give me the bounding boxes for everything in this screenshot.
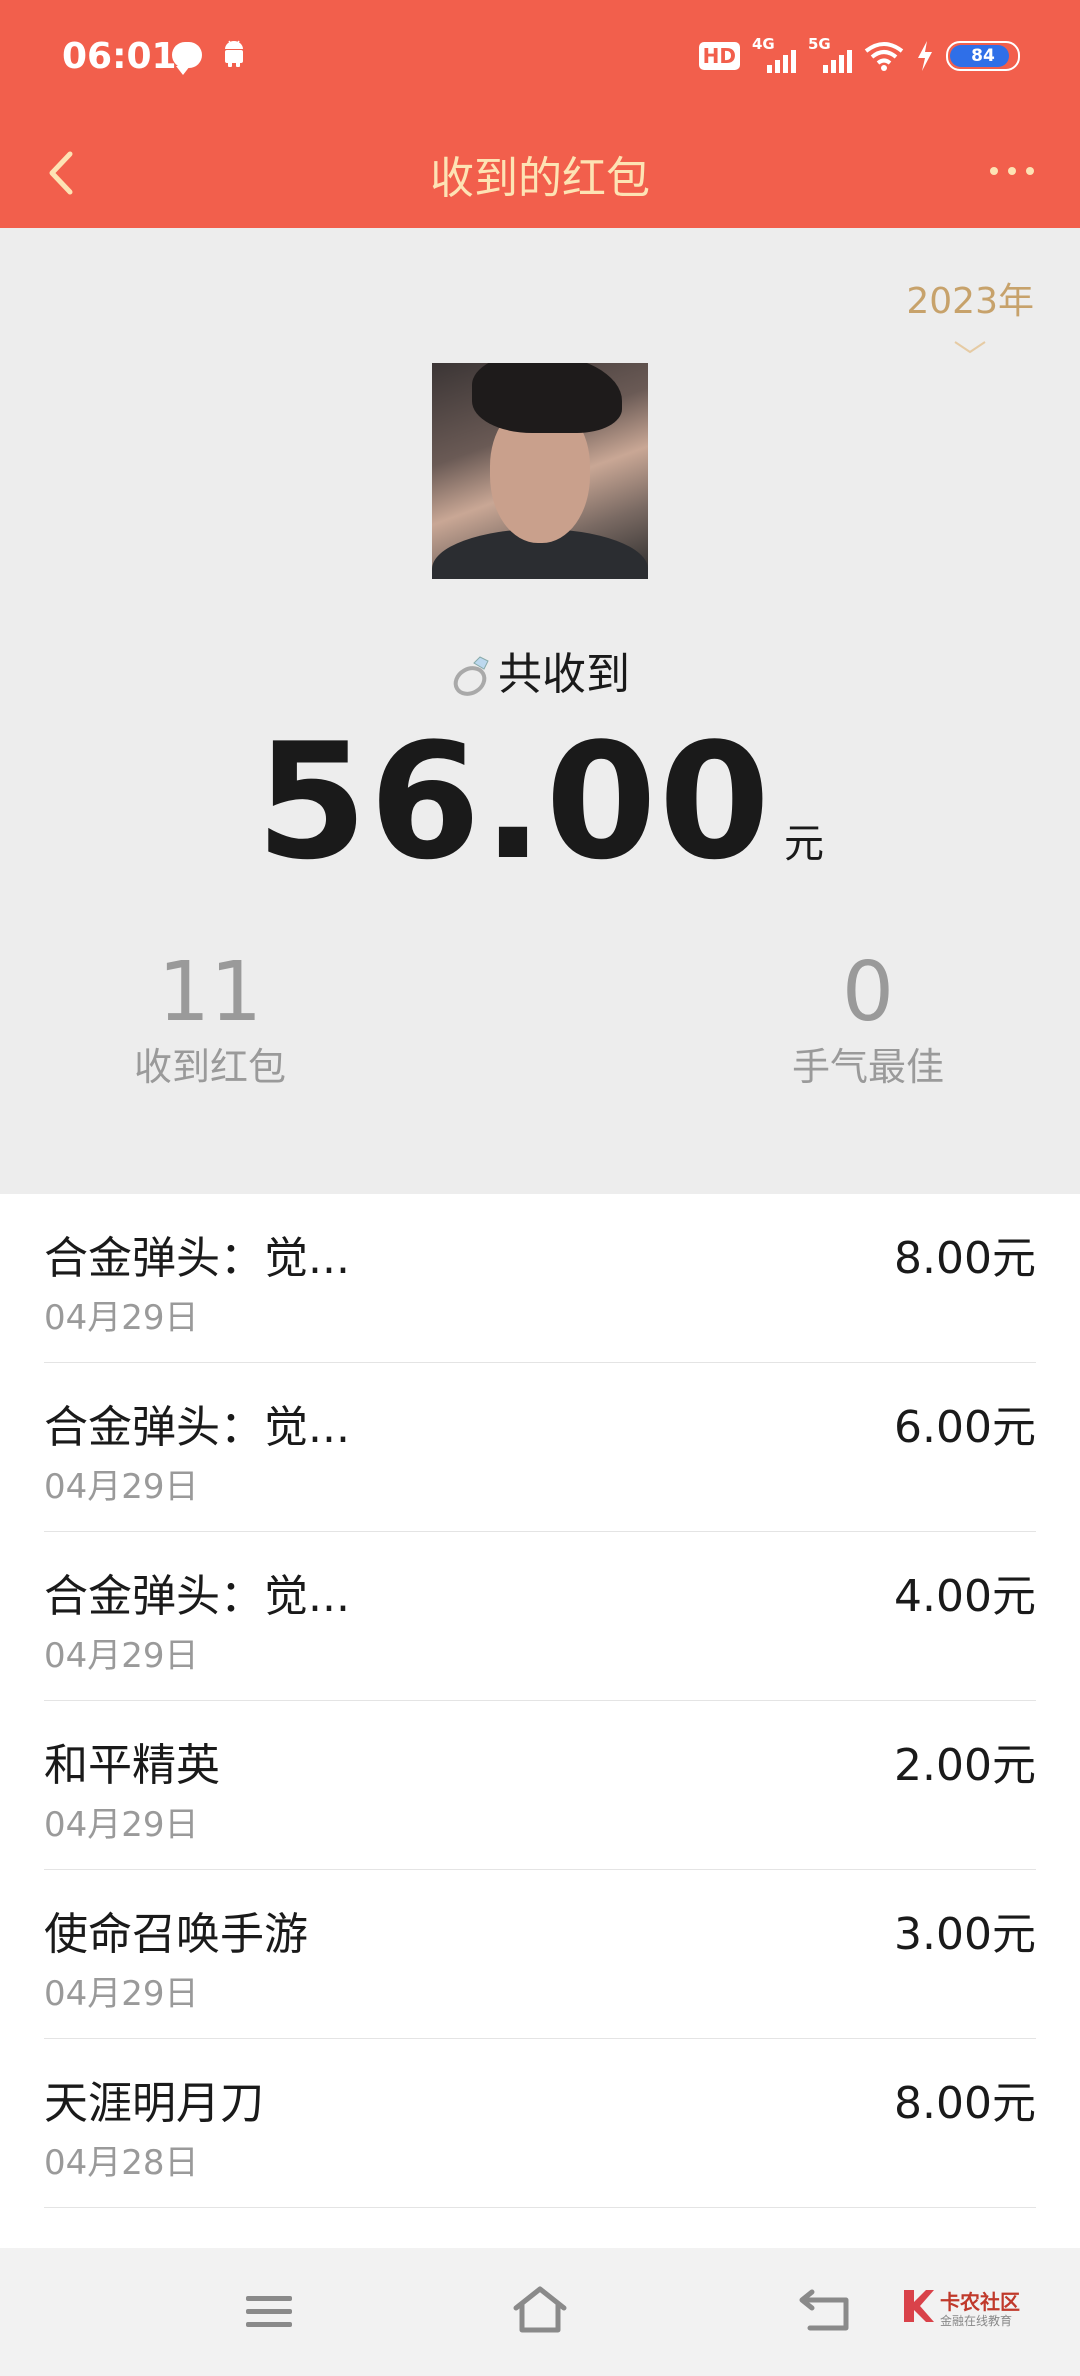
total-label-row: 共收到 bbox=[0, 638, 1080, 702]
total-label: 共收到 bbox=[498, 649, 630, 700]
best-luck-stat: 0 手气最佳 bbox=[668, 948, 1068, 1091]
list-item[interactable]: 英雄联盟手游 1.00元 bbox=[44, 2208, 1036, 2248]
item-amount: 8.00元 bbox=[894, 2078, 1036, 2129]
watermark-title: 卡农社区 bbox=[940, 2290, 1020, 2314]
system-navigation-bar: 卡农社区 金融在线教育 bbox=[0, 2248, 1080, 2376]
item-amount: 4.00元 bbox=[894, 1571, 1036, 1622]
year-label: 2023年 bbox=[906, 281, 1034, 322]
received-count-stat: 11 收到红包 bbox=[10, 948, 410, 1091]
message-notification-icon bbox=[172, 42, 202, 75]
item-amount: 1.00元 bbox=[894, 2236, 1036, 2248]
item-name: 天涯明月刀 bbox=[44, 2078, 264, 2129]
more-options-button[interactable] bbox=[990, 156, 1046, 186]
list-item[interactable]: 和平精英 04月29日 2.00元 bbox=[44, 1701, 1036, 1870]
android-notification-icon bbox=[225, 40, 243, 67]
hd-voice-icon: HD bbox=[698, 42, 740, 70]
item-date: 04月29日 bbox=[44, 1636, 199, 1676]
item-name: 合金弹头：觉... bbox=[44, 1233, 350, 1284]
app-bar: 收到的红包 bbox=[0, 116, 1080, 228]
item-date: 04月29日 bbox=[44, 1974, 199, 2014]
item-name: 和平精英 bbox=[44, 1740, 220, 1791]
received-count: 11 bbox=[157, 945, 263, 1040]
status-icons: HD 4G 5G 84 bbox=[698, 34, 1020, 78]
list-item[interactable]: 合金弹头：觉... 04月29日 8.00元 bbox=[44, 1194, 1036, 1363]
item-date: 04月29日 bbox=[44, 1805, 199, 1845]
total-amount-row: 56.00 元 bbox=[0, 708, 1080, 895]
red-packet-list: 合金弹头：觉... 04月29日 8.00元 合金弹头：觉... 04月29日 … bbox=[0, 1194, 1080, 2248]
status-bar: 06:01 HD 4G 5G 84 bbox=[0, 0, 1080, 116]
item-date: 04月29日 bbox=[44, 1467, 199, 1507]
watermark: 卡农社区 金融在线教育 bbox=[900, 2280, 1050, 2340]
item-name: 使命召唤手游 bbox=[44, 1909, 308, 1960]
status-time: 06:01 bbox=[62, 36, 177, 77]
item-name: 合金弹头：觉... bbox=[44, 1571, 350, 1622]
wifi-icon bbox=[864, 42, 904, 71]
list-item[interactable]: 合金弹头：觉... 04月29日 4.00元 bbox=[44, 1532, 1036, 1701]
best-luck-label: 手气最佳 bbox=[791, 1045, 944, 1089]
list-item[interactable]: 使命召唤手游 04月29日 3.00元 bbox=[44, 1870, 1036, 2039]
total-unit: 元 bbox=[784, 821, 825, 867]
signal-5g-icon: 5G bbox=[808, 35, 852, 73]
item-amount: 8.00元 bbox=[894, 1233, 1036, 1284]
received-label: 收到红包 bbox=[133, 1045, 286, 1089]
best-luck-count: 0 bbox=[841, 945, 895, 1040]
signal-4g-icon: 4G bbox=[752, 35, 796, 73]
item-name: 合金弹头：觉... bbox=[44, 1402, 350, 1453]
summary-panel: 2023年 共收到 56.00 元 11 收到红包 0 手气最佳 bbox=[0, 228, 1080, 1194]
battery-icon: 84 bbox=[946, 41, 1020, 71]
back-nav-button[interactable] bbox=[798, 2288, 852, 2332]
ring-icon bbox=[453, 656, 489, 696]
watermark-logo-icon bbox=[904, 2290, 934, 2322]
recent-apps-button[interactable] bbox=[244, 2292, 294, 2332]
watermark-subtitle: 金融在线教育 bbox=[940, 2314, 1013, 2328]
charging-icon bbox=[918, 41, 932, 71]
item-date: 04月29日 bbox=[44, 1298, 199, 1338]
list-item[interactable]: 合金弹头：觉... 04月29日 6.00元 bbox=[44, 1363, 1036, 1532]
year-selector[interactable]: 2023年 bbox=[906, 272, 1034, 356]
item-amount: 2.00元 bbox=[894, 1740, 1036, 1791]
item-amount: 6.00元 bbox=[894, 1402, 1036, 1453]
home-button[interactable] bbox=[512, 2284, 568, 2336]
total-amount: 56.00 bbox=[255, 708, 773, 895]
avatar bbox=[432, 363, 648, 579]
item-name: 英雄联盟手游 bbox=[44, 2236, 308, 2248]
list-item[interactable]: 天涯明月刀 04月28日 8.00元 bbox=[44, 2039, 1036, 2208]
chevron-down-icon bbox=[954, 341, 986, 354]
item-date: 04月28日 bbox=[44, 2143, 199, 2183]
item-amount: 3.00元 bbox=[894, 1909, 1036, 1960]
page-title: 收到的红包 bbox=[430, 153, 650, 204]
